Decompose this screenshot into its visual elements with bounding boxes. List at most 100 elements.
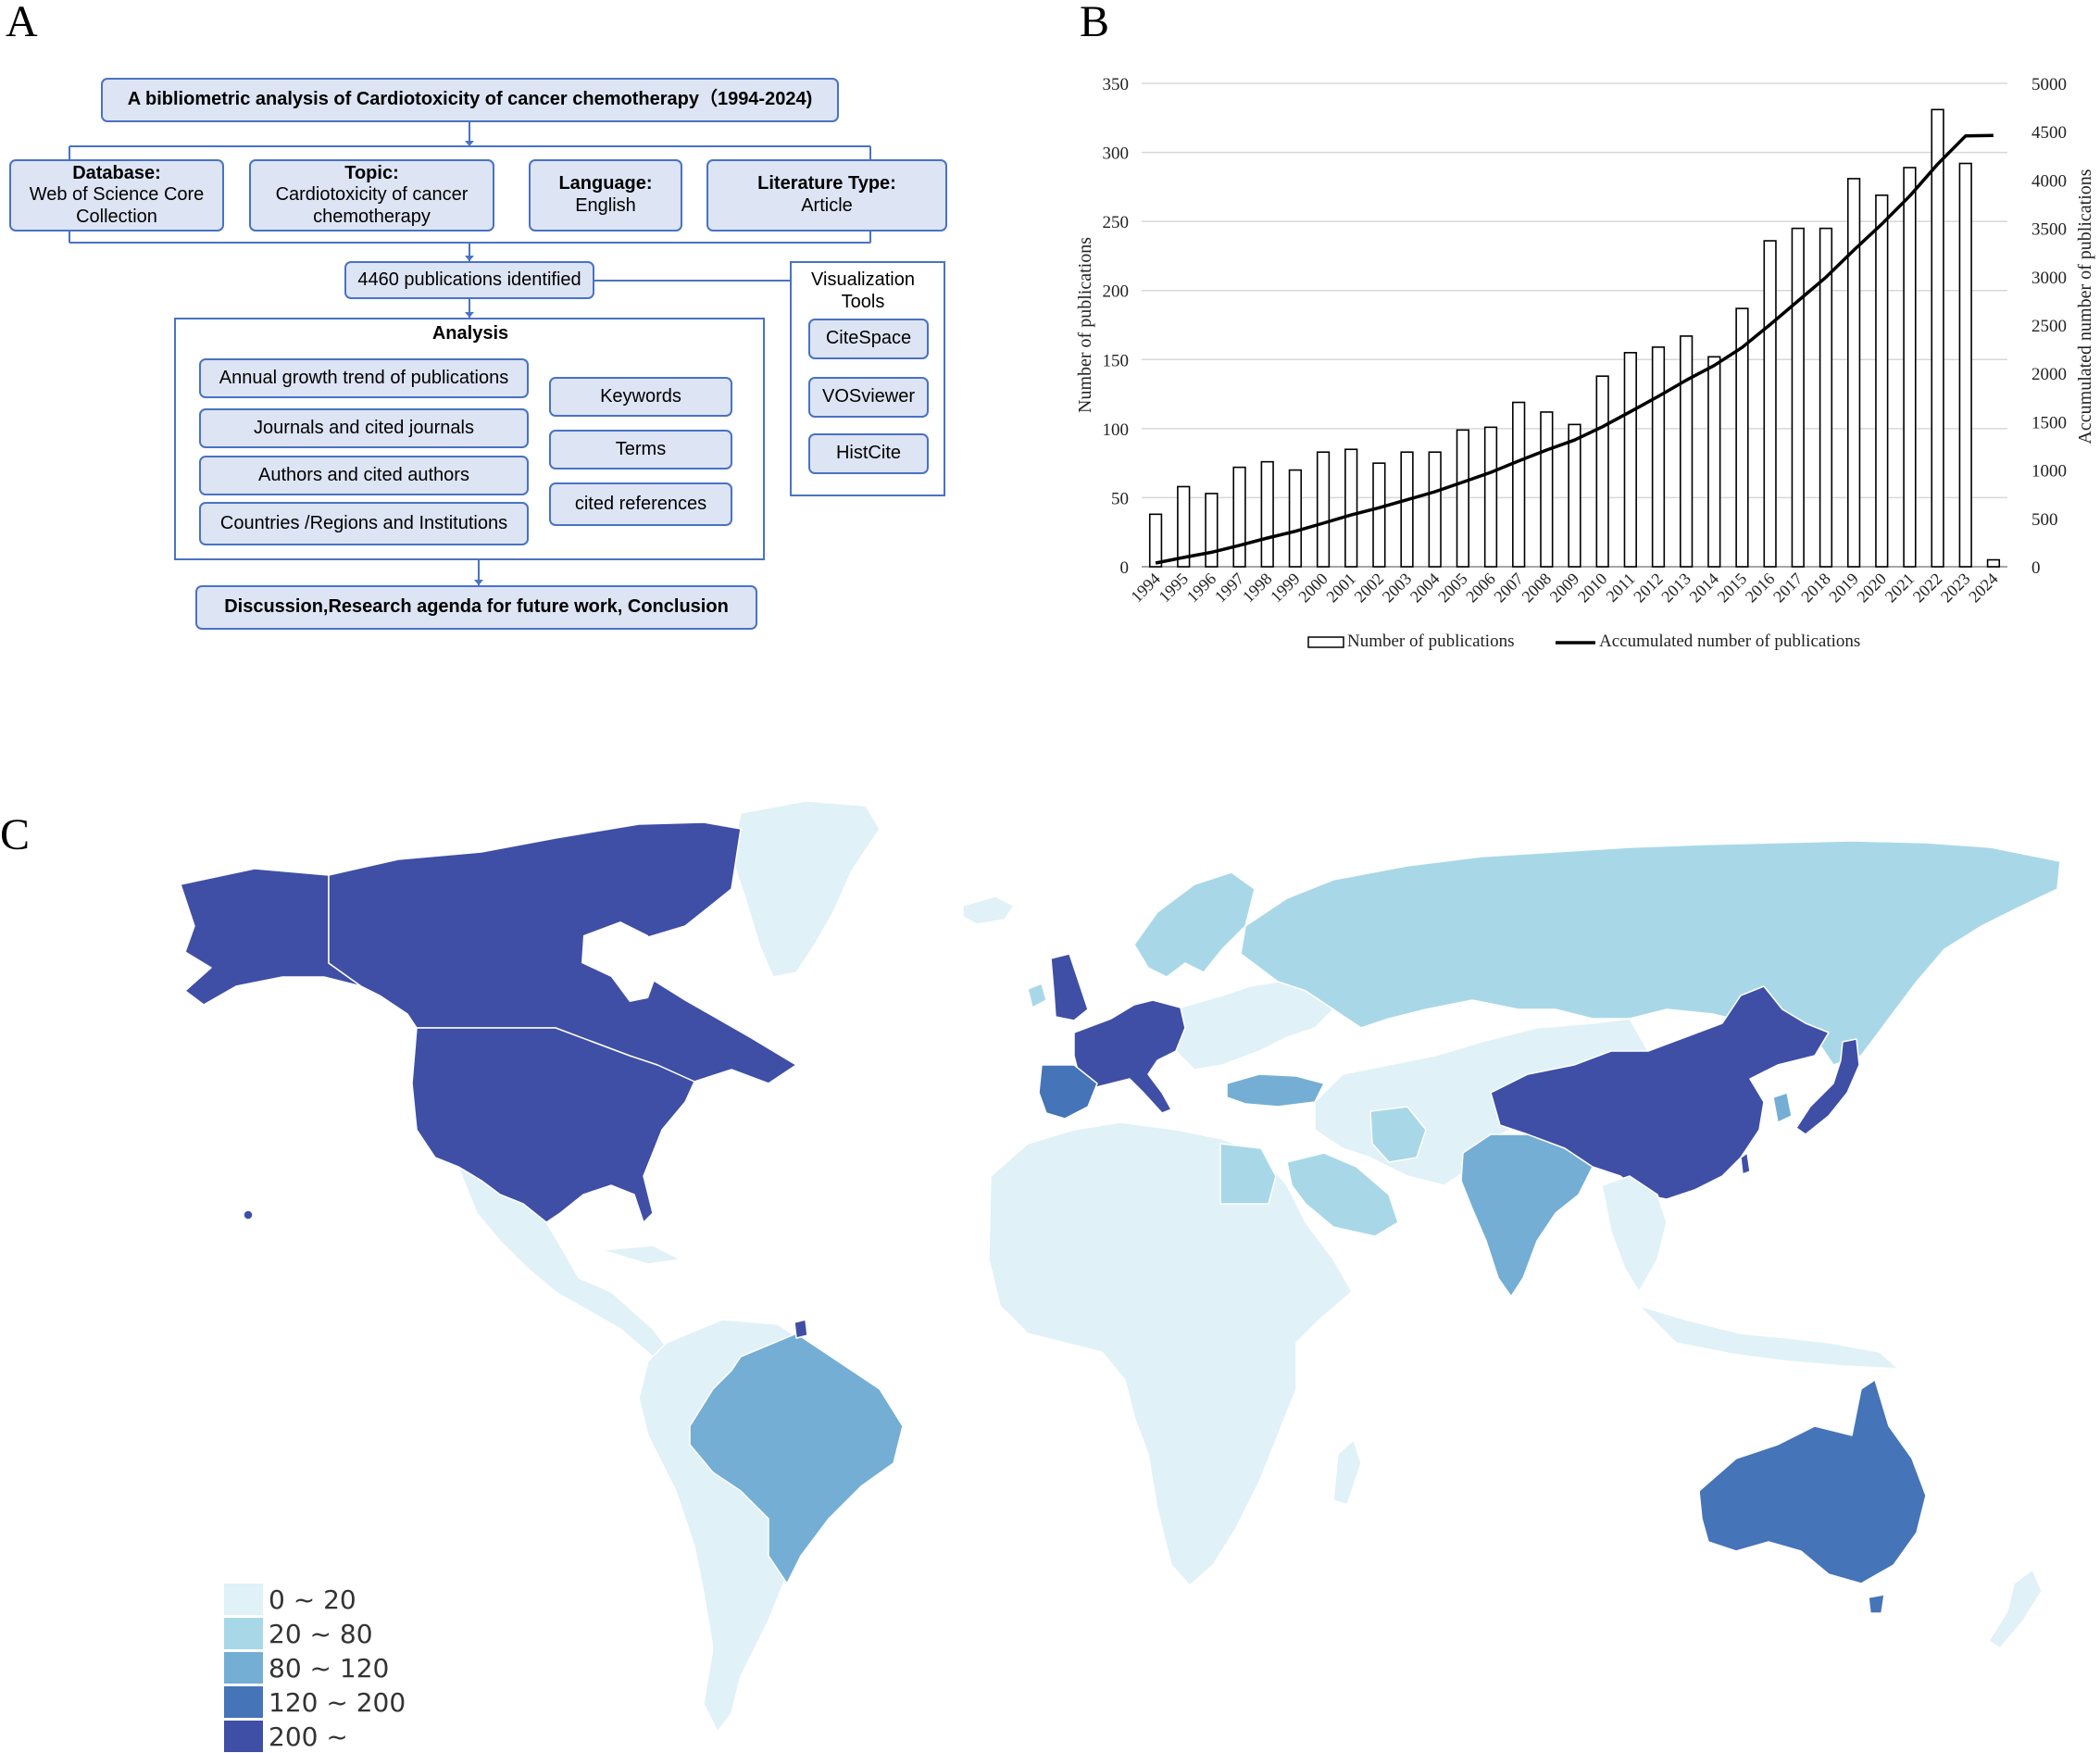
database-label: Database: bbox=[72, 162, 161, 183]
literature-type-value: Article bbox=[801, 195, 853, 216]
topic-label: Topic: bbox=[344, 162, 399, 183]
y-tick-label: 0 bbox=[1120, 558, 1130, 578]
analysis-title: Analysis bbox=[431, 323, 509, 344]
bar bbox=[1232, 466, 1246, 568]
turkey bbox=[1226, 1073, 1325, 1108]
bar bbox=[1372, 462, 1386, 568]
bar bbox=[1428, 451, 1442, 568]
conclusion-text: Discussion,Research agenda for future wo… bbox=[224, 596, 729, 618]
y2-tick-label: 4000 bbox=[2031, 171, 2067, 191]
language-box: Language: English bbox=[529, 159, 682, 232]
x-tick-label: 2023 bbox=[1937, 570, 1974, 607]
x-tick-label: 2020 bbox=[1854, 570, 1891, 607]
y2-tick-label: 0 bbox=[2031, 558, 2041, 578]
korea bbox=[1772, 1092, 1793, 1123]
x-tick-label: 2013 bbox=[1657, 570, 1694, 607]
egypt bbox=[1219, 1143, 1277, 1205]
india bbox=[1460, 1133, 1594, 1297]
y2-tick-label: 1000 bbox=[2031, 462, 2067, 482]
legend-item: 0 ~ 20 bbox=[224, 1584, 356, 1615]
y2-tick-label: 4500 bbox=[2031, 123, 2067, 143]
bar bbox=[1316, 451, 1331, 568]
y-tick-label: 350 bbox=[1103, 75, 1130, 94]
taiwan bbox=[1740, 1152, 1751, 1175]
x-tick-label: 2015 bbox=[1714, 570, 1751, 607]
x-tick-label: 2021 bbox=[1881, 570, 1919, 607]
bar bbox=[1456, 429, 1469, 568]
bar bbox=[1540, 411, 1554, 568]
bar bbox=[1148, 513, 1163, 568]
x-tick-label: 2014 bbox=[1686, 570, 1723, 607]
x-tick-label: 2016 bbox=[1742, 570, 1779, 607]
bar bbox=[1177, 485, 1191, 568]
bar bbox=[1288, 469, 1303, 568]
russia bbox=[1240, 840, 2061, 1066]
analysis-item: Countries /Regions and Institutions bbox=[199, 502, 529, 545]
madagascar bbox=[1332, 1439, 1362, 1506]
literature-type-box: Literature Type: Article bbox=[706, 159, 947, 232]
x-tick-label: 2003 bbox=[1379, 570, 1416, 607]
y2-tick-label: 1500 bbox=[2031, 413, 2067, 432]
bar bbox=[1903, 167, 1917, 568]
y2-axis-title: Accumulated number of publications bbox=[2075, 169, 2095, 444]
legend-label: Number of publications bbox=[1347, 632, 1514, 651]
bar bbox=[1260, 460, 1274, 568]
identified-box: 4460 publications identified bbox=[344, 261, 594, 299]
conclusion-box: Discussion,Research agenda for future wo… bbox=[195, 585, 757, 630]
language-value: English bbox=[575, 195, 636, 216]
x-tick-label: 2012 bbox=[1630, 570, 1667, 607]
y2-tick-label: 500 bbox=[2031, 510, 2058, 530]
bar bbox=[1568, 423, 1581, 568]
x-tick-label: 2009 bbox=[1546, 570, 1583, 607]
bar bbox=[1344, 448, 1358, 568]
iceland bbox=[962, 895, 1015, 925]
y-tick-label: 250 bbox=[1103, 213, 1130, 232]
australia bbox=[1698, 1379, 1927, 1584]
bar bbox=[1791, 227, 1805, 568]
analysis-item: Annual growth trend of publications bbox=[199, 358, 529, 398]
new-zealand bbox=[1988, 1569, 2043, 1649]
indonesia bbox=[1638, 1305, 1899, 1370]
bar bbox=[1846, 178, 1861, 568]
analysis-item: Journals and cited journals bbox=[199, 408, 529, 448]
bar bbox=[1707, 356, 1721, 568]
literature-type-label: Literature Type: bbox=[757, 173, 896, 194]
legend-item: 120 ~ 200 bbox=[224, 1686, 406, 1718]
analysis-item: cited references bbox=[549, 482, 732, 526]
x-tick-label: 1998 bbox=[1239, 570, 1276, 607]
y2-tick-label: 2000 bbox=[2031, 365, 2067, 384]
x-tick-label: 2000 bbox=[1294, 570, 1331, 607]
x-tick-label: 2006 bbox=[1462, 570, 1499, 607]
y2-tick-label: 3000 bbox=[2031, 269, 2067, 288]
bar bbox=[1763, 240, 1777, 568]
publications-chart: 0501001502002503003500500100015002000250… bbox=[1077, 75, 2095, 651]
study-title: A bibliometric analysis of Cardiotoxicit… bbox=[127, 89, 813, 110]
greenland bbox=[731, 800, 881, 978]
legend-label: Accumulated number of publications bbox=[1599, 632, 1860, 651]
x-tick-label: 2010 bbox=[1574, 570, 1611, 607]
x-tick-label: 2024 bbox=[1965, 570, 2002, 607]
caribbean bbox=[601, 1245, 681, 1265]
x-tick-label: 2011 bbox=[1603, 570, 1639, 606]
analysis-item: Keywords bbox=[549, 377, 732, 417]
bar bbox=[1595, 375, 1609, 568]
x-tick-label: 2022 bbox=[1909, 570, 1946, 607]
tool-citespace: CiteSpace bbox=[808, 319, 929, 359]
central-europe bbox=[1175, 981, 1334, 1071]
analysis-item: Terms bbox=[549, 430, 732, 470]
bar bbox=[1931, 108, 1944, 568]
identified-text: 4460 publications identified bbox=[357, 269, 581, 290]
analysis-item: Authors and cited authors bbox=[199, 456, 529, 495]
scandinavia bbox=[1133, 871, 1256, 978]
x-tick-label: 1996 bbox=[1183, 570, 1220, 607]
x-tick-label: 2004 bbox=[1406, 570, 1444, 607]
topic-box: Topic: Cardiotoxicity of cancer chemothe… bbox=[249, 159, 494, 232]
bar bbox=[1986, 558, 2001, 568]
x-tick-label: 2002 bbox=[1351, 570, 1388, 607]
y-tick-label: 50 bbox=[1111, 489, 1129, 508]
legend-swatch-bar bbox=[1307, 636, 1344, 648]
bar bbox=[1958, 162, 1972, 568]
bar bbox=[1875, 194, 1889, 568]
x-tick-label: 2019 bbox=[1825, 570, 1862, 607]
legend-swatch bbox=[224, 1618, 263, 1649]
